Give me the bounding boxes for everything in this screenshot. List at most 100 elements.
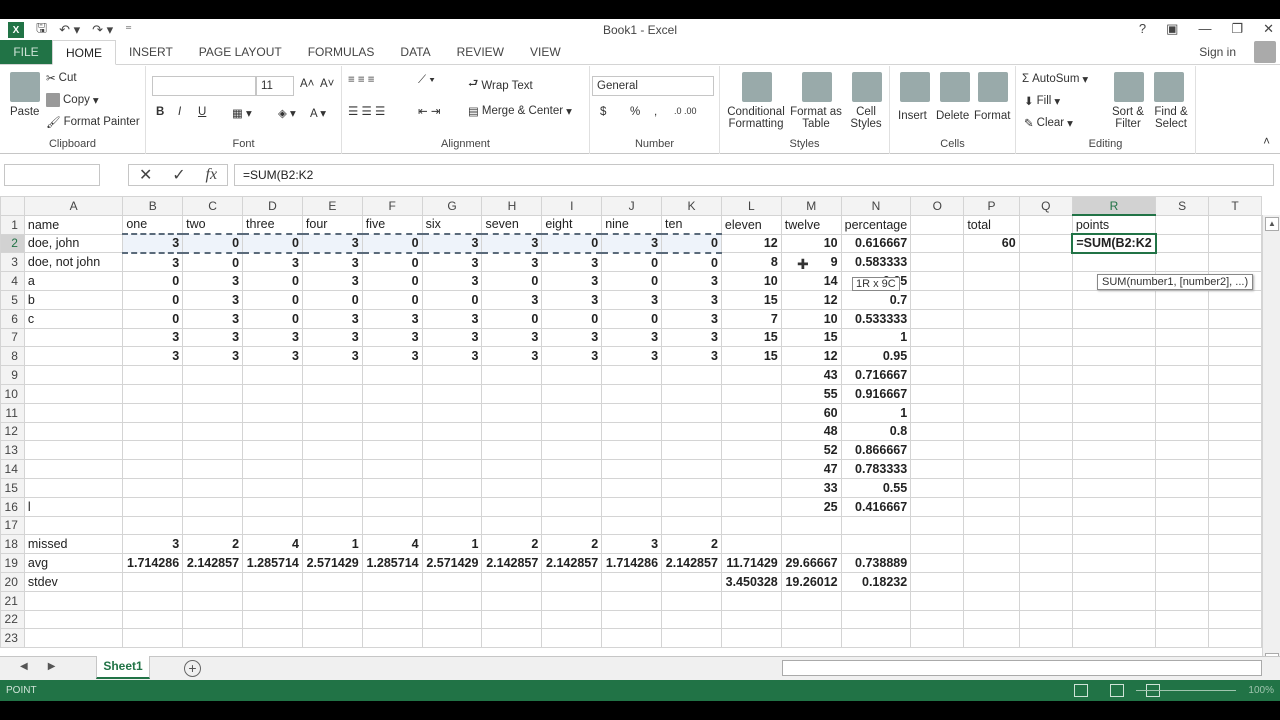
cell[interactable]: 0 <box>361 289 423 310</box>
cell[interactable]: stdev <box>23 571 124 592</box>
cell[interactable]: 3 <box>481 327 543 348</box>
cell[interactable]: 3 <box>182 289 244 310</box>
cell[interactable] <box>23 590 124 611</box>
cell[interactable] <box>1018 289 1073 310</box>
cell[interactable] <box>910 308 965 329</box>
cell[interactable]: 0.916667 <box>840 383 912 404</box>
cell[interactable] <box>541 459 603 479</box>
cell[interactable]: 3 <box>122 346 184 367</box>
cell[interactable]: 3 <box>242 327 303 348</box>
cell[interactable] <box>780 609 842 630</box>
cell[interactable] <box>1018 214 1073 235</box>
cell[interactable]: 3 <box>301 233 363 254</box>
cell[interactable] <box>661 440 722 461</box>
cell[interactable] <box>1071 346 1157 367</box>
cell[interactable] <box>1071 440 1157 461</box>
cell[interactable] <box>910 402 965 423</box>
cell[interactable]: 0.95 <box>840 346 912 367</box>
cell[interactable] <box>661 421 722 442</box>
font-size-dropdown[interactable]: 11 <box>256 76 294 96</box>
tab-page-layout[interactable]: PAGE LAYOUT <box>186 40 295 64</box>
borders-icon[interactable]: ▦ ▾ <box>232 106 252 120</box>
cell[interactable] <box>1208 496 1262 517</box>
cell[interactable]: 25 <box>780 496 842 517</box>
cell[interactable] <box>1208 289 1262 310</box>
enter-icon[interactable]: ✓ <box>172 165 185 185</box>
cell[interactable] <box>1155 233 1210 254</box>
cell[interactable]: a <box>23 271 124 291</box>
cell[interactable]: 60 <box>963 233 1020 254</box>
cell[interactable] <box>361 628 423 649</box>
cell[interactable]: eight <box>541 214 603 235</box>
cell[interactable] <box>421 402 483 423</box>
cell[interactable] <box>1155 440 1210 461</box>
cell[interactable]: 0 <box>122 271 184 291</box>
cell[interactable] <box>421 571 483 592</box>
row-header[interactable]: 9 <box>0 365 25 385</box>
cell[interactable]: 0.616667 <box>840 233 912 254</box>
cell[interactable] <box>122 609 184 630</box>
cell[interactable] <box>1018 515 1073 536</box>
cell[interactable] <box>182 365 244 385</box>
cell[interactable]: 10 <box>720 271 782 291</box>
cell[interactable] <box>481 402 543 423</box>
save-icon[interactable]: 🖫 <box>36 19 47 41</box>
cell[interactable] <box>1208 327 1262 348</box>
cell[interactable]: 0 <box>661 233 722 254</box>
cell[interactable] <box>541 421 603 442</box>
cell[interactable] <box>1155 402 1210 423</box>
cell[interactable]: 29.66667 <box>780 553 842 573</box>
cell[interactable] <box>661 402 722 423</box>
cell[interactable] <box>1018 440 1073 461</box>
cell[interactable] <box>1018 346 1073 367</box>
cell[interactable]: 48 <box>780 421 842 442</box>
cell[interactable] <box>910 609 965 630</box>
column-header[interactable]: D <box>242 196 303 216</box>
cell[interactable] <box>122 496 184 517</box>
cell[interactable] <box>910 233 965 254</box>
cell[interactable]: doe, john <box>23 233 124 254</box>
cell[interactable] <box>1018 571 1073 592</box>
cell[interactable] <box>1208 421 1262 442</box>
cell[interactable]: 3 <box>481 233 543 254</box>
cell[interactable]: 43 <box>780 365 842 385</box>
cell[interactable] <box>963 327 1020 348</box>
cell[interactable]: 3 <box>182 327 244 348</box>
cell[interactable] <box>720 365 782 385</box>
sheet-tab-sheet1[interactable]: Sheet1 <box>96 656 150 679</box>
cell[interactable] <box>361 383 423 404</box>
wrap-text-button[interactable]: ⮐ Wrap Text <box>468 76 533 95</box>
cell[interactable]: 3 <box>541 346 603 367</box>
cell[interactable]: 1.714286 <box>601 553 663 573</box>
cell[interactable] <box>1208 402 1262 423</box>
cell[interactable] <box>963 402 1020 423</box>
cell[interactable] <box>242 402 303 423</box>
cell[interactable]: 2.142857 <box>661 553 722 573</box>
row-header[interactable]: 7 <box>0 327 25 348</box>
currency-button[interactable]: $ <box>600 106 606 118</box>
cell[interactable] <box>601 496 663 517</box>
cell[interactable]: total <box>963 214 1020 235</box>
cell[interactable]: seven <box>481 214 543 235</box>
cell[interactable] <box>541 477 603 498</box>
tab-formulas[interactable]: FORMULAS <box>295 40 388 64</box>
cell[interactable] <box>122 459 184 479</box>
column-header[interactable]: F <box>361 196 423 216</box>
cell[interactable] <box>481 459 543 479</box>
align-top-icon[interactable]: ≡ ≡ ≡ <box>348 74 375 86</box>
cell[interactable]: 2.571429 <box>301 553 363 573</box>
avatar[interactable] <box>1254 41 1276 63</box>
cell[interactable] <box>601 459 663 479</box>
cell[interactable]: one <box>122 214 184 235</box>
cell[interactable] <box>601 609 663 630</box>
cell[interactable] <box>1155 534 1210 555</box>
cell[interactable]: 1.285714 <box>242 553 303 573</box>
cell[interactable] <box>421 383 483 404</box>
cell[interactable]: 55 <box>780 383 842 404</box>
decrease-font-icon[interactable]: A˅ <box>320 78 334 90</box>
cell[interactable] <box>1018 534 1073 555</box>
cell[interactable] <box>1018 383 1073 404</box>
orientation-icon[interactable]: ⟋ ▾ <box>418 74 435 87</box>
cell[interactable] <box>1208 440 1262 461</box>
cell[interactable] <box>1018 421 1073 442</box>
